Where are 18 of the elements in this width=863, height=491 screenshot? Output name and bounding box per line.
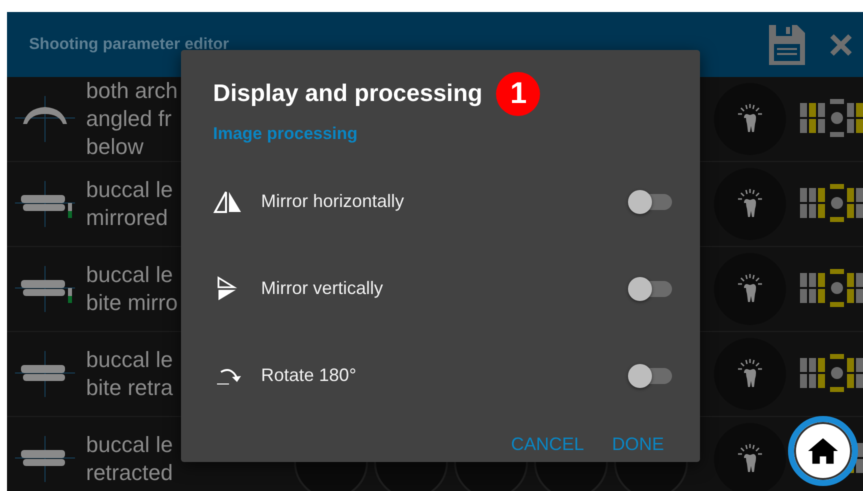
row-label: angled fr — [86, 105, 172, 133]
row-label: retracted — [86, 459, 173, 487]
option-label: Mirror vertically — [261, 278, 384, 299]
app-title: Shooting parameter editor — [29, 36, 230, 54]
row-label: bite retra — [86, 374, 173, 402]
row-label: both arch — [86, 77, 178, 105]
row-label: buccal le — [86, 431, 173, 459]
row-label: bite mirro — [86, 289, 178, 317]
number-badge: 1 — [496, 72, 540, 116]
option-label: Rotate 180° — [261, 365, 358, 386]
row-label: buccal le — [86, 261, 173, 289]
option-label: Mirror horizontally — [261, 191, 406, 212]
row-label: mirrored — [86, 204, 168, 232]
section-heading: Image processing — [213, 124, 359, 144]
row-label: buccal le — [86, 346, 173, 374]
dialog-title: Display and processing — [213, 80, 482, 108]
row-label: buccal le — [86, 176, 173, 204]
row-label: below — [86, 133, 144, 161]
